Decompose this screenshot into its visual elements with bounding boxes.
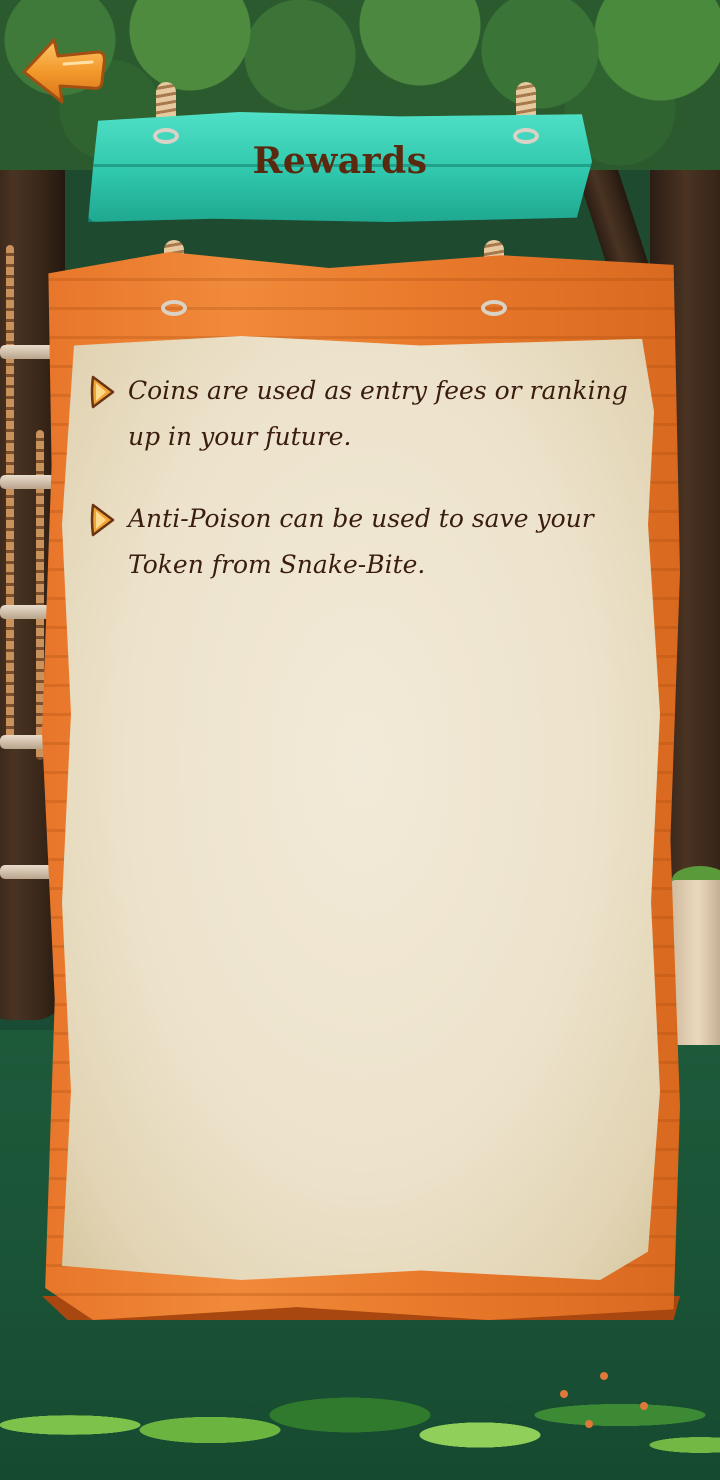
ladder-step [0, 475, 55, 489]
flower [585, 1420, 593, 1428]
ladder-rope-left [6, 245, 14, 745]
page-title: Rewards [252, 140, 428, 182]
sign-ring [513, 128, 539, 144]
board-ring [161, 300, 187, 316]
back-button[interactable] [18, 30, 108, 108]
arrow-bullet-icon [90, 503, 115, 537]
rule-text: Anti-Poison can be used to save your Tok… [128, 504, 594, 579]
arrow-bullet-icon [90, 375, 115, 409]
ladder-step [0, 345, 55, 359]
rewards-info-list: Coins are used as entry fees or ranking … [90, 368, 635, 624]
list-item: Anti-Poison can be used to save your Tok… [90, 496, 635, 588]
flower [560, 1390, 568, 1398]
sign-ring [153, 128, 179, 144]
list-item: Coins are used as entry fees or ranking … [90, 368, 635, 460]
ladder-step [0, 865, 55, 879]
foreground-bushes [0, 1335, 720, 1480]
rewards-screen: Rewards Coins are used as entry fees or … [0, 0, 720, 1480]
flower [640, 1402, 648, 1410]
flower [600, 1372, 608, 1380]
board-ring [481, 300, 507, 316]
back-arrow-icon [22, 38, 106, 104]
rule-text: Coins are used as entry fees or ranking … [128, 376, 628, 451]
